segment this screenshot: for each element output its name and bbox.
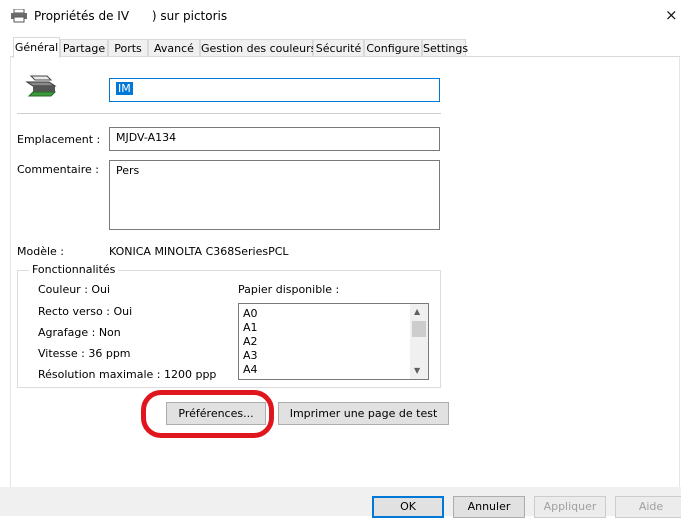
scroll-down-icon[interactable]: ▼ [414, 366, 420, 375]
paper-listbox[interactable]: A0 A1 A2 A3 A4 ▲ ▼ [238, 303, 429, 380]
scroll-up-icon[interactable]: ▲ [414, 307, 420, 316]
tab-ports[interactable]: Ports [108, 39, 148, 56]
printer-icon [11, 9, 27, 23]
feature-resolution: Résolution maximale : 1200 ppp [38, 368, 217, 381]
comment-value: Pers [116, 164, 140, 177]
printer-large-icon [25, 75, 57, 97]
help-button[interactable]: Aide [615, 496, 681, 518]
title-bar: Propriétés de IV ) sur pictoris × [0, 0, 681, 32]
tab-securite[interactable]: Sécurité [313, 39, 364, 56]
tab-avance[interactable]: Avancé [148, 39, 200, 56]
tab-settings[interactable]: Settings [422, 39, 468, 56]
model-label: Modèle : [17, 245, 64, 258]
list-item[interactable]: A0 [243, 307, 258, 321]
location-label: Emplacement : [17, 133, 101, 146]
tab-gestion-couleurs[interactable]: Gestion des couleurs [200, 39, 316, 56]
paper-label: Papier disponible : [238, 283, 340, 296]
feature-duplex: Recto verso : Oui [38, 305, 133, 318]
model-value: KONICA MINOLTA C368SeriesPCL [109, 245, 289, 258]
scroll-thumb[interactable] [412, 321, 426, 337]
list-item[interactable]: A1 [243, 321, 258, 335]
feature-staple: Agrafage : Non [38, 326, 121, 339]
cancel-button[interactable]: Annuler [453, 496, 525, 518]
printer-name-input[interactable]: IM [109, 78, 440, 102]
ok-button[interactable]: OK [372, 496, 444, 518]
comment-label: Commentaire : [17, 163, 99, 176]
tab-partage[interactable]: Partage [60, 39, 108, 56]
list-item[interactable]: A4 [243, 363, 258, 377]
list-item[interactable]: A3 [243, 349, 258, 363]
separator [17, 113, 441, 114]
tab-general[interactable]: Général [13, 37, 60, 58]
features-title: Fonctionnalités [29, 263, 119, 276]
feature-speed: Vitesse : 36 ppm [38, 347, 131, 360]
location-value: MJDV-A134 [116, 131, 177, 144]
location-input[interactable]: MJDV-A134 [109, 127, 440, 151]
close-icon[interactable]: × [665, 6, 678, 24]
preferences-button[interactable]: Préférences... [166, 402, 266, 425]
printer-name-value: IM [116, 82, 133, 95]
window-title: Propriétés de IV ) sur pictoris [34, 9, 228, 23]
listbox-scrollbar[interactable]: ▲ ▼ [410, 304, 428, 379]
tab-configure[interactable]: Configure [364, 39, 422, 56]
comment-textarea[interactable]: Pers [109, 160, 440, 230]
list-item[interactable]: A2 [243, 335, 258, 349]
apply-button[interactable]: Appliquer [534, 496, 606, 518]
feature-color: Couleur : Oui [38, 283, 111, 296]
print-test-page-button[interactable]: Imprimer une page de test [278, 402, 449, 425]
